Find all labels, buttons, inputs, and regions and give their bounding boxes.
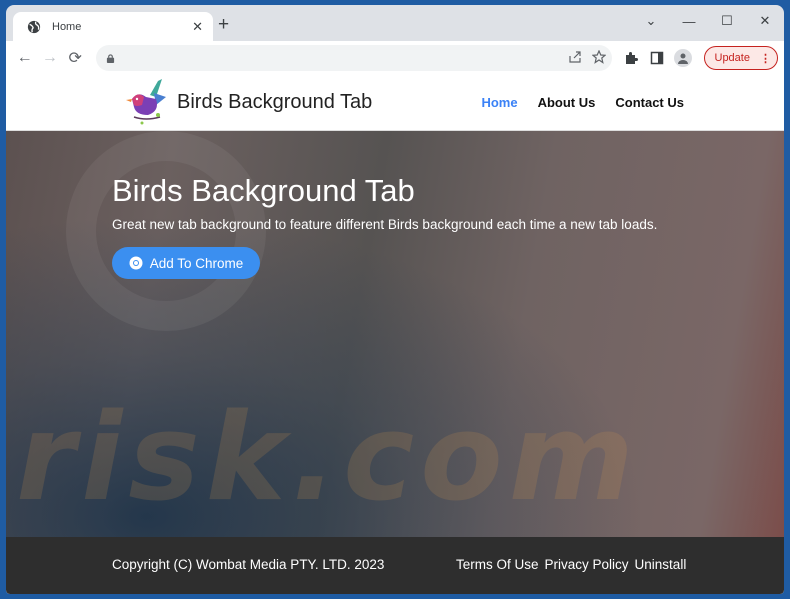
tab-home[interactable]: Home ✕ (13, 12, 213, 41)
add-to-chrome-button[interactable]: Add To Chrome (112, 247, 260, 279)
reload-icon[interactable]: ⟳ (63, 45, 88, 71)
hero-title: Birds Background Tab (112, 173, 415, 208)
web-page: Birds Background Tab Home About Us Conta… (6, 75, 784, 594)
globe-icon (27, 20, 41, 33)
share-icon[interactable] (568, 50, 582, 64)
hero-section: risk.com Birds Background Tab Great new … (6, 131, 784, 537)
menu-kebab-icon[interactable]: ⋮ (760, 52, 771, 65)
back-arrow-icon[interactable]: ← (12, 45, 37, 71)
close-tab-icon[interactable]: ✕ (192, 19, 203, 35)
profile-avatar-icon[interactable] (673, 49, 692, 67)
tab-strip: Home ✕ + ⌄ — ☐ ✕ (6, 5, 784, 41)
minimize-icon[interactable]: — (670, 9, 708, 33)
nav-contact-us[interactable]: Contact Us (615, 95, 684, 110)
browser-toolbar: ← → ⟳ Update ⋮ (6, 41, 784, 75)
tab-search-icon[interactable]: ⌄ (632, 9, 670, 33)
new-tab-button[interactable]: + (218, 15, 229, 35)
main-nav: Home About Us Contact Us (481, 95, 684, 110)
watermark-text: risk.com (16, 389, 640, 528)
privacy-policy-link[interactable]: Privacy Policy (545, 557, 629, 572)
brand-name: Birds Background Tab (177, 91, 373, 113)
extensions-puzzle-icon[interactable] (622, 49, 640, 67)
bookmark-star-icon[interactable] (591, 50, 606, 64)
side-panel-icon[interactable] (648, 49, 666, 67)
close-window-icon[interactable]: ✕ (746, 9, 784, 33)
address-bar[interactable] (95, 45, 612, 71)
bird-logo-icon (126, 79, 166, 125)
site-footer: Copyright (C) Wombat Media PTY. LTD. 202… (6, 537, 784, 594)
browser-window: Home ✕ + ⌄ — ☐ ✕ ← → ⟳ Update ⋮ Birds Ba… (6, 5, 784, 594)
forward-arrow-icon[interactable]: → (37, 45, 62, 71)
terms-of-use-link[interactable]: Terms Of Use (456, 557, 539, 572)
site-header: Birds Background Tab Home About Us Conta… (6, 75, 784, 131)
nav-about-us[interactable]: About Us (538, 95, 596, 110)
uninstall-link[interactable]: Uninstall (635, 557, 687, 572)
footer-links: Terms Of Use Privacy Policy Uninstall (456, 557, 686, 572)
tab-title: Home (52, 20, 82, 33)
update-button[interactable]: Update ⋮ (703, 46, 778, 70)
maximize-icon[interactable]: ☐ (708, 9, 746, 33)
hero-subtitle: Great new tab background to feature diff… (112, 217, 658, 232)
window-controls: ⌄ — ☐ ✕ (632, 9, 784, 33)
update-label: Update (714, 52, 750, 64)
copyright-text: Copyright (C) Wombat Media PTY. LTD. 202… (112, 557, 385, 572)
nav-home[interactable]: Home (481, 95, 517, 110)
lock-icon (106, 53, 114, 63)
chrome-icon (129, 256, 143, 270)
cta-label: Add To Chrome (149, 255, 244, 271)
